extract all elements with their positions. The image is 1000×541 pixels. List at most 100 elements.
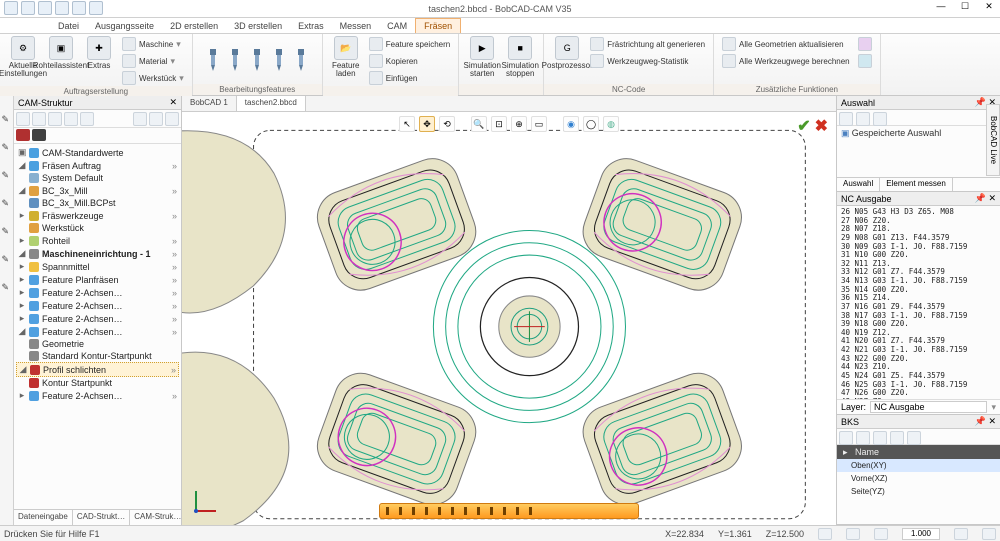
tb[interactable]: [873, 112, 887, 126]
tree-node[interactable]: ▸Feature 2-Achsen…»: [16, 312, 179, 325]
toolbar-btn[interactable]: [133, 112, 147, 126]
zoom-window-icon[interactable]: ⊡: [491, 116, 507, 132]
btn-werkstueck[interactable]: Werkstück▾: [120, 70, 186, 86]
toolbar-btn[interactable]: [64, 112, 78, 126]
tree-node[interactable]: ▸Feature 2-Achsen…»: [16, 389, 179, 402]
qa-btn[interactable]: [72, 1, 86, 15]
maximize-button[interactable]: ☐: [956, 1, 974, 12]
btn-einfuegen[interactable]: Einfügen: [367, 70, 452, 86]
toolbar-btn[interactable]: [32, 112, 46, 126]
mill-feature-button[interactable]: [228, 49, 242, 71]
toolbar-btn[interactable]: [16, 112, 30, 126]
zoom-fit-icon[interactable]: ⊕: [511, 116, 527, 132]
wire-icon[interactable]: ◯: [583, 116, 599, 132]
mode-btn[interactable]: [16, 129, 30, 141]
status-btn[interactable]: [982, 528, 996, 540]
tab-element-messen[interactable]: Element messen: [880, 178, 953, 191]
mill-feature-button[interactable]: [206, 49, 220, 71]
tree-node[interactable]: ▸Fräswerkzeuge»: [16, 209, 179, 222]
tree-node[interactable]: Standard Kontur-Startpunkt: [16, 350, 179, 362]
panel-tab[interactable]: CAM-Struk…: [130, 510, 186, 525]
bks-row[interactable]: Seite(YZ): [837, 485, 1000, 498]
pin-icon[interactable]: 📌 ✕: [975, 416, 996, 427]
zoom-input[interactable]: [902, 528, 940, 540]
btn-material[interactable]: Material▾: [120, 53, 186, 69]
btn-postprozessor[interactable]: GPostprozessor: [550, 36, 584, 70]
rail-icon[interactable]: ✎: [2, 254, 12, 264]
tab-cam[interactable]: CAM: [379, 19, 415, 33]
tab-3d[interactable]: 3D erstellen: [226, 19, 290, 33]
doc-tab[interactable]: BobCAD 1: [182, 96, 237, 111]
tb[interactable]: [856, 431, 870, 445]
rail-icon[interactable]: ✎: [2, 198, 12, 208]
btn-rohteilassistent[interactable]: ▣Rohteilassistent: [44, 36, 78, 70]
rail-icon[interactable]: ✎: [2, 142, 12, 152]
tb[interactable]: [839, 112, 853, 126]
tree-node[interactable]: ▸Spannmittel»: [16, 260, 179, 273]
cancel-icon[interactable]: ✖: [815, 116, 828, 136]
doc-tab[interactable]: taschen2.bbcd: [237, 96, 306, 111]
select-icon[interactable]: ↖: [399, 116, 415, 132]
bks-row[interactable]: Vorne(XZ): [837, 472, 1000, 485]
btn-sim-starten[interactable]: ▶Simulation starten: [465, 36, 499, 78]
btn-extra1[interactable]: [856, 36, 874, 52]
tree-node[interactable]: BC_3x_Mill.BCPst: [16, 197, 179, 209]
mill-feature-button[interactable]: [272, 49, 286, 71]
accept-icon[interactable]: ✔: [797, 116, 810, 136]
tab-extras[interactable]: Extras: [290, 19, 332, 33]
list-item[interactable]: Gespeicherte Auswahl: [852, 128, 942, 138]
qa-btn[interactable]: [55, 1, 69, 15]
btn-feature-speichern[interactable]: Feature speichern: [367, 36, 452, 52]
btn-werkzeugwege-berechnen[interactable]: Alle Werkzeugwege berechnen: [720, 53, 852, 69]
pan-icon[interactable]: ✥: [419, 116, 435, 132]
tree-node[interactable]: ◢Profil schlichten»: [16, 362, 179, 377]
layer-dropdown[interactable]: NC Ausgabe: [870, 401, 987, 413]
btn-maschine[interactable]: Maschine▾: [120, 36, 186, 52]
close-button[interactable]: ✕: [980, 1, 998, 12]
status-btn[interactable]: [846, 528, 860, 540]
shade-icon[interactable]: ◉: [563, 116, 579, 132]
tree-node[interactable]: ◢BC_3x_Mill»: [16, 184, 179, 197]
bks-row[interactable]: Oben(XY): [837, 459, 1000, 472]
toolbar-btn[interactable]: [80, 112, 94, 126]
rail-icon[interactable]: ✎: [2, 226, 12, 236]
btn-fraesrichtung[interactable]: Frästrichtung alt generieren: [588, 36, 707, 52]
tab-fraesen[interactable]: Fräsen: [415, 18, 461, 33]
panel-tab[interactable]: CAD-Strukt…: [73, 510, 130, 525]
panel-tab[interactable]: Dateneingabe: [14, 510, 73, 525]
cam-tree[interactable]: ▣CAM-Standardwerte◢Fräsen Auftrag»System…: [14, 144, 181, 509]
tree-node[interactable]: ▸Feature Planfräsen»: [16, 273, 179, 286]
tree-node[interactable]: ◢Maschineneinrichtung - 1»: [16, 247, 179, 260]
btn-sim-stoppen[interactable]: ■Simulation stoppen: [503, 36, 537, 78]
qa-btn[interactable]: [38, 1, 52, 15]
tree-node[interactable]: Werkstück: [16, 222, 179, 234]
view-icon[interactable]: ▭: [531, 116, 547, 132]
rail-icon[interactable]: ✎: [2, 170, 12, 180]
toolbar-btn[interactable]: [149, 112, 163, 126]
qa-btn[interactable]: [21, 1, 35, 15]
rotate-icon[interactable]: ⟲: [439, 116, 455, 132]
tree-node[interactable]: System Default: [16, 172, 179, 184]
mill-feature-button[interactable]: [250, 49, 264, 71]
tb[interactable]: [890, 431, 904, 445]
minimize-button[interactable]: —: [932, 1, 950, 12]
rail-icon[interactable]: ✎: [2, 114, 12, 124]
btn-feature-laden[interactable]: 📂Feature laden: [329, 36, 363, 78]
tab-messen[interactable]: Messen: [332, 19, 380, 33]
rail-icon[interactable]: ✎: [2, 282, 12, 292]
tree-node[interactable]: ◢Feature 2-Achsen…»: [16, 325, 179, 338]
mode-btn[interactable]: [32, 129, 46, 141]
status-btn[interactable]: [954, 528, 968, 540]
tab-datei[interactable]: Datei: [50, 19, 87, 33]
qa-btn[interactable]: [89, 1, 103, 15]
iso-icon[interactable]: ◍: [603, 116, 619, 132]
status-btn[interactable]: [874, 528, 888, 540]
btn-geo-aktualisieren[interactable]: Alle Geometrien aktualisieren: [720, 36, 852, 52]
tree-node[interactable]: Kontur Startpunkt: [16, 377, 179, 389]
tab-ausgangsseite[interactable]: Ausgangsseite: [87, 19, 162, 33]
btn-werkzeugweg-statistik[interactable]: Werkzeugweg-Statistik: [588, 53, 707, 69]
btn-extras[interactable]: ✚Extras: [82, 36, 116, 70]
qa-btn[interactable]: [4, 1, 18, 15]
tb[interactable]: [907, 431, 921, 445]
toolbar-btn[interactable]: [48, 112, 62, 126]
